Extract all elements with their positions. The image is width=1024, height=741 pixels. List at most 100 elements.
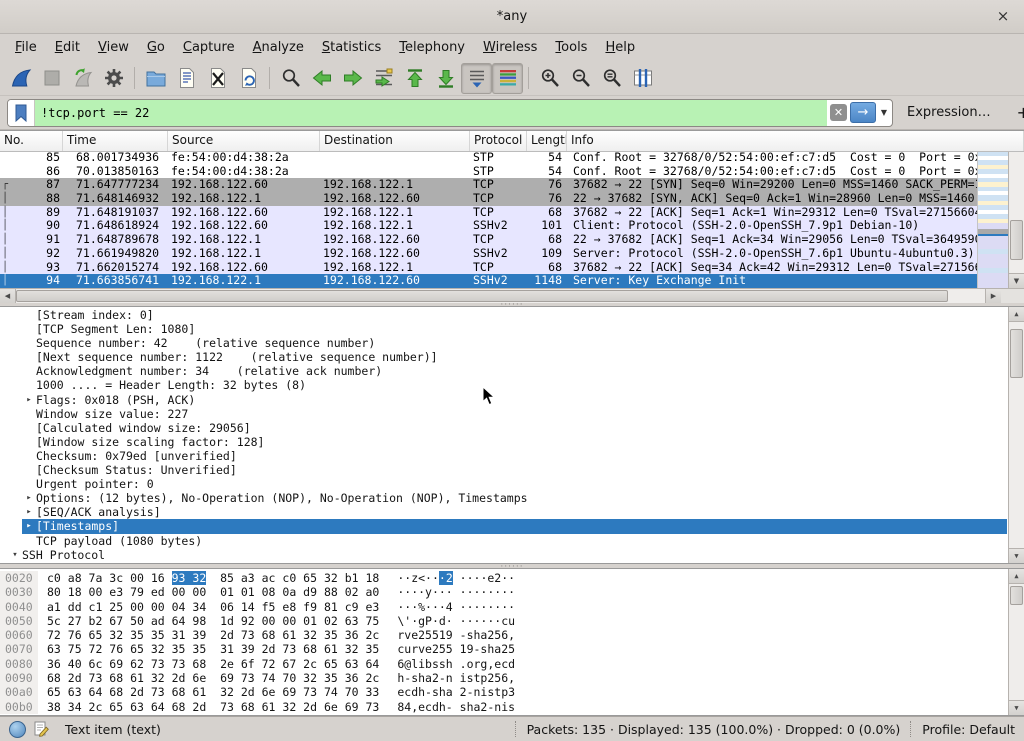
zoom-out-button[interactable] xyxy=(565,63,596,94)
expander-icon[interactable]: ▸ xyxy=(22,519,36,533)
menu-item[interactable]: Help xyxy=(596,36,644,59)
expander-icon[interactable] xyxy=(22,477,36,491)
hex-bytes[interactable]: 38 34 2c 65 63 64 68 2d 73 68 61 32 2d 6… xyxy=(47,700,379,714)
expander-icon[interactable] xyxy=(22,364,36,378)
hex-row[interactable]: 0090 68 2d 73 68 61 32 2d 6e 69 73 74 70… xyxy=(0,671,1007,685)
scroll-right-arrow-icon[interactable]: ▶ xyxy=(985,289,1001,303)
colorize-button[interactable] xyxy=(492,63,523,94)
close-file-button[interactable] xyxy=(202,63,233,94)
restart-capture-button[interactable] xyxy=(67,63,98,94)
packet-row[interactable]: │ 88 71.648146932 192.168.122.1 192.168.… xyxy=(0,192,978,206)
expander-icon[interactable] xyxy=(22,350,36,364)
go-last-button[interactable] xyxy=(430,63,461,94)
packet-row[interactable]: 85 68.001734936 fe:54:00:d4:38:2a STP 54… xyxy=(0,151,978,165)
packet-row[interactable]: ┌ 87 71.647777234 192.168.122.60 192.168… xyxy=(0,178,978,192)
menu-item[interactable]: Wireless xyxy=(474,36,546,59)
detail-line[interactable]: [Stream index: 0] xyxy=(0,308,1007,322)
expert-info-icon[interactable] xyxy=(9,721,26,738)
hex-row[interactable]: 00b0 38 34 2c 65 63 64 68 2d 73 68 61 32… xyxy=(0,700,1007,714)
scroll-down-arrow-icon[interactable]: ▼ xyxy=(1009,273,1024,288)
title-bar[interactable]: *any × xyxy=(0,0,1024,34)
expander-icon[interactable] xyxy=(22,308,36,322)
filter-bookmark-button[interactable] xyxy=(8,100,35,126)
hex-bytes[interactable]: 80 18 00 e3 79 ed 00 00 01 01 08 0a d9 8… xyxy=(47,585,379,599)
find-packet-button[interactable] xyxy=(275,63,306,94)
detail-line[interactable]: [Next sequence number: 1122 (relative se… xyxy=(0,350,1007,364)
detail-line[interactable]: [TCP Segment Len: 1080] xyxy=(0,322,1007,336)
expander-icon[interactable]: ▸ xyxy=(22,491,36,505)
resize-columns-button[interactable] xyxy=(627,63,658,94)
hex-bytes[interactable]: c0 a8 7a 3c 00 16 93 32 85 a3 ac c0 65 3… xyxy=(47,571,379,585)
hex-ascii[interactable]: curve255 19-sha25 xyxy=(397,642,515,656)
hex-ascii[interactable]: ··z<···2 ····e2·· xyxy=(397,571,515,585)
column-header-no[interactable]: No. xyxy=(0,131,63,151)
filter-history-caret[interactable]: ▼ xyxy=(876,108,892,117)
hex-ascii[interactable]: ····y··· ········ xyxy=(397,585,515,599)
stop-capture-button[interactable] xyxy=(36,63,67,94)
capture-options-button[interactable] xyxy=(98,63,129,94)
expander-icon[interactable] xyxy=(22,534,36,548)
hex-row[interactable]: 0060 72 76 65 32 35 35 31 39 2d 73 68 61… xyxy=(0,628,1007,642)
packet-row[interactable]: │ 94 71.663856741 192.168.122.1 192.168.… xyxy=(0,274,978,288)
column-header-info[interactable]: Info xyxy=(567,131,1024,151)
menu-item[interactable]: Capture xyxy=(174,36,244,59)
packet-row[interactable]: 86 70.013850163 fe:54:00:d4:38:2a STP 54… xyxy=(0,165,978,179)
intelligent-scrollbar-minimap[interactable] xyxy=(977,151,1008,288)
reload-file-button[interactable] xyxy=(233,63,264,94)
detail-line[interactable]: Sequence number: 42 (relative sequence n… xyxy=(0,336,1007,350)
hex-row[interactable]: 0050 5c 27 b2 67 50 ad 64 98 1d 92 00 00… xyxy=(0,614,1007,628)
detail-line[interactable]: Window size value: 227 xyxy=(0,407,1007,421)
menu-item[interactable]: Statistics xyxy=(313,36,390,59)
scroll-trough[interactable] xyxy=(1009,146,1024,273)
hex-ascii[interactable]: 6@libssh .org,ecd xyxy=(397,657,515,671)
expander-icon[interactable] xyxy=(22,421,36,435)
detail-line[interactable]: ▸ [SEQ/ACK analysis] xyxy=(0,505,1007,519)
packet-row[interactable]: │ 93 71.662015274 192.168.122.60 192.168… xyxy=(0,261,978,275)
detail-line[interactable]: ▾ SSH Protocol xyxy=(0,548,1007,562)
hex-bytes[interactable]: 65 63 64 68 2d 73 68 61 32 2d 6e 69 73 7… xyxy=(47,685,379,699)
menu-item[interactable]: File xyxy=(6,36,46,59)
expander-icon[interactable] xyxy=(22,407,36,421)
expression-button[interactable]: Expression… xyxy=(907,105,991,120)
capture-comment-icon[interactable] xyxy=(34,721,49,737)
hex-row[interactable]: 0040 a1 dd c1 25 00 00 04 34 06 14 f5 e8… xyxy=(0,600,1007,614)
column-header-destination[interactable]: Destination xyxy=(320,131,470,151)
scroll-thumb[interactable] xyxy=(16,290,948,302)
menu-item[interactable]: Go xyxy=(138,36,174,59)
packet-row[interactable]: │ 91 71.648789678 192.168.122.1 192.168.… xyxy=(0,233,978,247)
close-button[interactable]: × xyxy=(992,5,1014,27)
hex-bytes[interactable]: 68 2d 73 68 61 32 2d 6e 69 73 74 70 32 3… xyxy=(47,671,379,685)
hex-bytes[interactable]: 5c 27 b2 67 50 ad 64 98 1d 92 00 00 01 0… xyxy=(47,614,379,628)
expander-icon[interactable]: ▸ xyxy=(22,505,36,519)
packet-list-vscrollbar[interactable]: ▲ ▼ xyxy=(1008,131,1024,288)
expander-icon[interactable] xyxy=(22,463,36,477)
expander-icon[interactable]: ▸ xyxy=(22,562,36,563)
expander-icon[interactable]: ▸ xyxy=(22,393,36,407)
zoom-original-button[interactable] xyxy=(596,63,627,94)
hex-row[interactable]: 0020 c0 a8 7a 3c 00 16 93 32 85 a3 ac c0… xyxy=(0,571,1007,585)
hex-bytes[interactable]: 36 40 6c 69 62 73 73 68 2e 6f 72 67 2c 6… xyxy=(47,657,379,671)
column-header-length[interactable]: Length xyxy=(527,131,567,151)
detail-line[interactable]: [Checksum Status: Unverified] xyxy=(0,463,1007,477)
details-vscrollbar[interactable]: ▲ ▼ xyxy=(1008,307,1024,563)
menu-item[interactable]: Tools xyxy=(546,36,596,59)
expander-icon[interactable]: ▾ xyxy=(8,548,22,562)
scroll-up-arrow-icon[interactable]: ▲ xyxy=(1009,569,1024,584)
scroll-left-arrow-icon[interactable]: ◀ xyxy=(0,289,16,303)
menu-item[interactable]: Telephony xyxy=(390,36,474,59)
expander-icon[interactable] xyxy=(22,322,36,336)
auto-scroll-button[interactable] xyxy=(461,63,492,94)
expander-icon[interactable] xyxy=(22,378,36,392)
detail-line[interactable]: 1000 .... = Header Length: 32 bytes (8) xyxy=(0,378,1007,392)
column-header-time[interactable]: Time xyxy=(63,131,168,151)
detail-line[interactable]: ▸ [Timestamps] xyxy=(22,519,1007,533)
scroll-thumb[interactable] xyxy=(1010,329,1023,378)
zoom-in-button[interactable] xyxy=(534,63,565,94)
hex-row[interactable]: 0070 63 75 72 76 65 32 35 35 31 39 2d 73… xyxy=(0,642,1007,656)
column-header-protocol[interactable]: Protocol xyxy=(470,131,527,151)
start-capture-button[interactable] xyxy=(5,63,36,94)
hex-bytes[interactable]: 63 75 72 76 65 32 35 35 31 39 2d 73 68 6… xyxy=(47,642,379,656)
hex-ascii[interactable]: ecdh-sha 2-nistp3 xyxy=(397,685,515,699)
packet-row[interactable]: │ 89 71.648191037 192.168.122.60 192.168… xyxy=(0,206,978,220)
hex-row[interactable]: 0030 80 18 00 e3 79 ed 00 00 01 01 08 0a… xyxy=(0,585,1007,599)
